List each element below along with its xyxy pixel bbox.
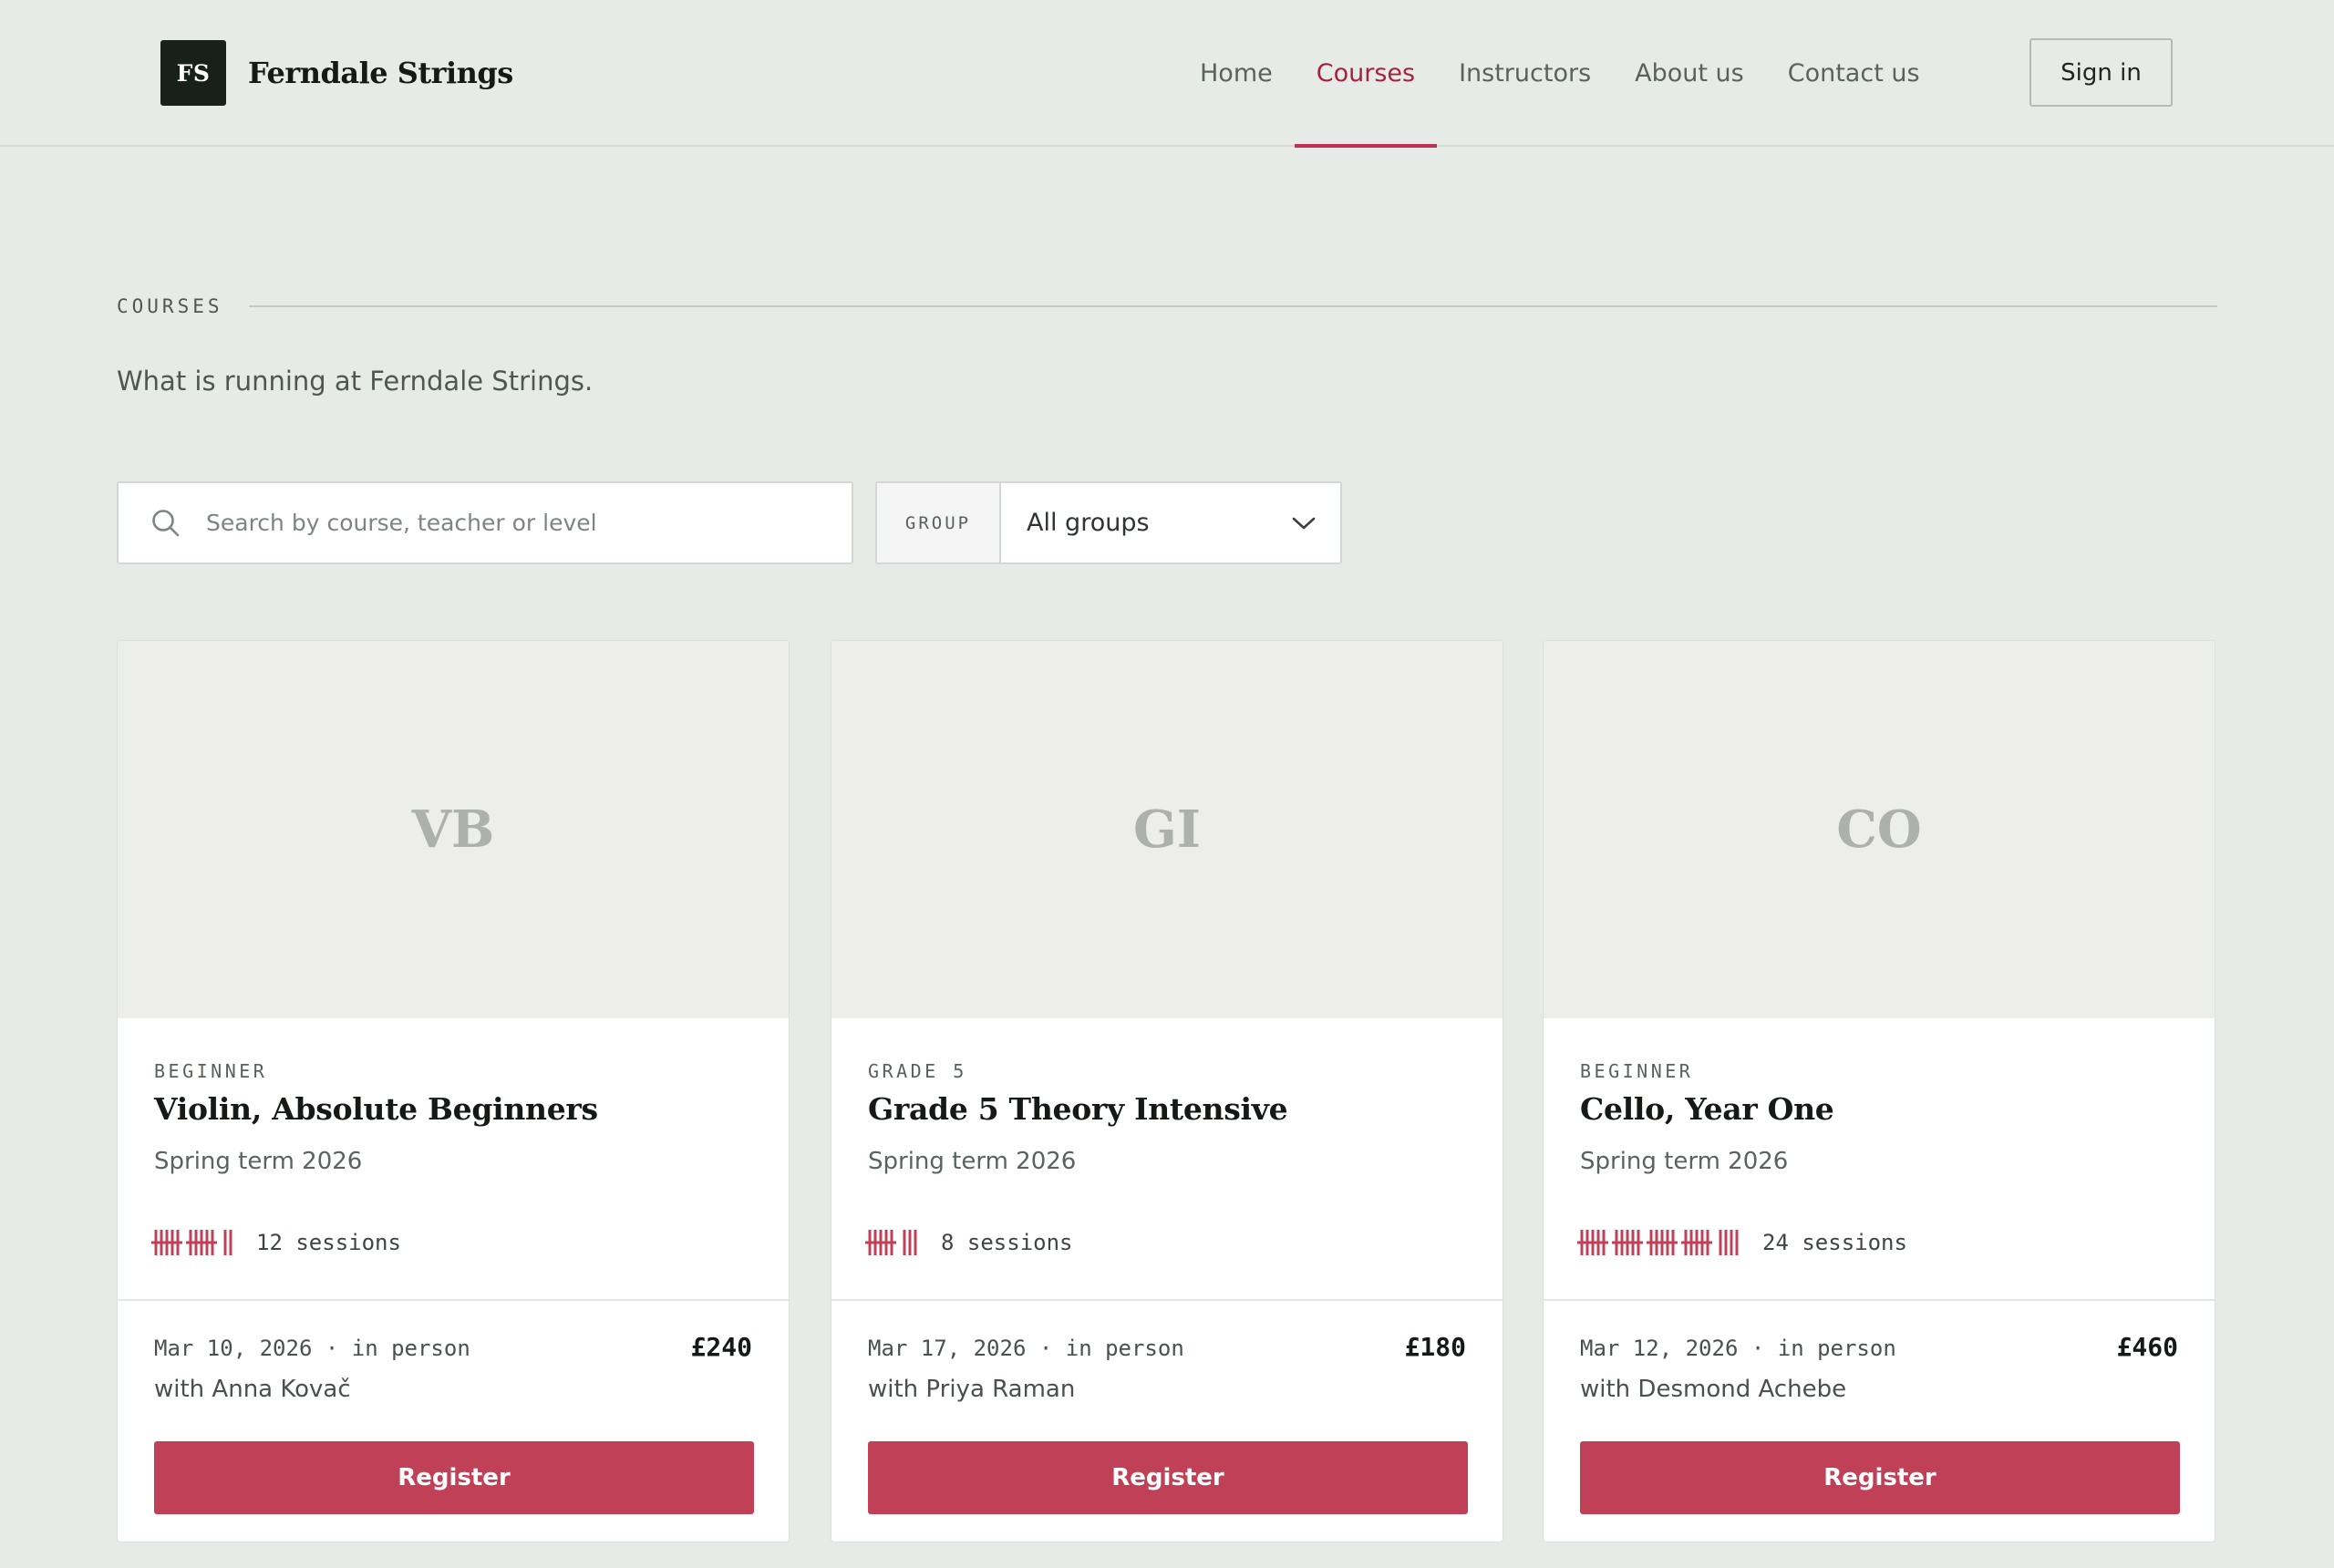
register-button[interactable]: Register bbox=[154, 1441, 754, 1514]
course-term: Spring term 2026 bbox=[154, 1148, 363, 1175]
search-input[interactable] bbox=[206, 510, 833, 536]
brand-name: Ferndale Strings bbox=[248, 56, 513, 90]
course-sessions: 24 sessions bbox=[1576, 1226, 1907, 1259]
brand-mark-logo: FS bbox=[160, 40, 226, 106]
course-initials: CO bbox=[1836, 799, 1922, 860]
course-initials: VB bbox=[411, 799, 495, 860]
page-subtitle: What is running at Ferndale Strings. bbox=[117, 366, 594, 397]
section-divider bbox=[248, 305, 2217, 307]
nav-item-instructors[interactable]: Instructors bbox=[1437, 0, 1613, 146]
nav-item-home[interactable]: Home bbox=[1178, 0, 1295, 146]
course-initials: GI bbox=[1132, 799, 1202, 860]
course-card-footer: Mar 12, 2026 · in person £460 with Desmo… bbox=[1544, 1299, 2215, 1542]
register-button[interactable]: Register bbox=[1580, 1441, 2180, 1514]
course-card-body: GRADE 5 Grade 5 Theory Intensive Spring … bbox=[831, 1018, 1503, 1299]
group-filter-label: GROUP bbox=[877, 483, 1001, 562]
brand-logo-link[interactable]: FS Ferndale Strings bbox=[160, 40, 513, 106]
site-header: FS Ferndale Strings Home Courses Instruc… bbox=[0, 0, 2334, 148]
course-price: £460 bbox=[2116, 1332, 2178, 1362]
group-filter-select[interactable]: GROUP All groups bbox=[875, 481, 1342, 564]
course-thumbnail: CO bbox=[1544, 641, 2215, 1018]
course-thumbnail: VB bbox=[118, 641, 789, 1018]
course-date-mode: Mar 12, 2026 · in person bbox=[1580, 1336, 1896, 1361]
section-header: COURSES bbox=[117, 295, 2217, 317]
nav-item-courses[interactable]: Courses bbox=[1294, 0, 1438, 148]
main-nav: Home Courses Instructors About us Contac… bbox=[1178, 0, 1942, 148]
course-sessions: 12 sessions bbox=[150, 1226, 401, 1259]
course-level: BEGINNER bbox=[1580, 1060, 1694, 1082]
course-card: CO BEGINNER Cello, Year One Spring term … bbox=[1543, 640, 2215, 1542]
course-card-body: BEGINNER Cello, Year One Spring term 202… bbox=[1544, 1018, 2215, 1299]
sign-in-button[interactable]: Sign in bbox=[2029, 38, 2173, 107]
course-card: GI GRADE 5 Grade 5 Theory Intensive Spri… bbox=[831, 640, 1503, 1542]
course-thumbnail: GI bbox=[831, 641, 1503, 1018]
nav-item-contact-us[interactable]: Contact us bbox=[1766, 0, 1942, 146]
course-card-body: BEGINNER Violin, Absolute Beginners Spri… bbox=[118, 1018, 789, 1299]
register-button[interactable]: Register bbox=[868, 1441, 1468, 1514]
sessions-tally-icon bbox=[1577, 1230, 1739, 1255]
course-title[interactable]: Grade 5 Theory Intensive bbox=[868, 1091, 1288, 1127]
sessions-count: 8 sessions bbox=[941, 1230, 1073, 1255]
chevron-down-icon bbox=[1267, 483, 1340, 562]
sessions-tally-icon bbox=[151, 1230, 232, 1255]
course-card: VB BEGINNER Violin, Absolute Beginners S… bbox=[117, 640, 790, 1542]
course-sessions: 8 sessions bbox=[864, 1226, 1073, 1259]
course-title[interactable]: Violin, Absolute Beginners bbox=[154, 1091, 598, 1127]
course-title[interactable]: Cello, Year One bbox=[1580, 1091, 1834, 1127]
course-card-footer: Mar 10, 2026 · in person £240 with Anna … bbox=[118, 1299, 789, 1542]
section-label: COURSES bbox=[117, 295, 223, 317]
course-date-mode: Mar 17, 2026 · in person bbox=[868, 1336, 1184, 1361]
course-level: GRADE 5 bbox=[868, 1060, 967, 1082]
group-filter-value: All groups bbox=[1027, 509, 1150, 537]
course-term: Spring term 2026 bbox=[868, 1148, 1077, 1175]
nav-item-about-us[interactable]: About us bbox=[1613, 0, 1766, 146]
course-level: BEGINNER bbox=[154, 1060, 268, 1082]
search-box bbox=[117, 481, 853, 564]
course-price: £180 bbox=[1404, 1332, 1466, 1362]
sessions-count: 24 sessions bbox=[1762, 1230, 1907, 1255]
sessions-count: 12 sessions bbox=[256, 1230, 401, 1255]
course-teacher: with Priya Raman bbox=[868, 1376, 1076, 1403]
sessions-tally-icon bbox=[865, 1230, 917, 1255]
course-teacher: with Anna Kovač bbox=[154, 1376, 351, 1403]
course-price: £240 bbox=[690, 1332, 752, 1362]
course-date-mode: Mar 10, 2026 · in person bbox=[154, 1336, 470, 1361]
course-teacher: with Desmond Achebe bbox=[1580, 1376, 1847, 1403]
course-term: Spring term 2026 bbox=[1580, 1148, 1789, 1175]
course-card-footer: Mar 17, 2026 · in person £180 with Priya… bbox=[831, 1299, 1503, 1542]
search-icon bbox=[148, 505, 184, 542]
